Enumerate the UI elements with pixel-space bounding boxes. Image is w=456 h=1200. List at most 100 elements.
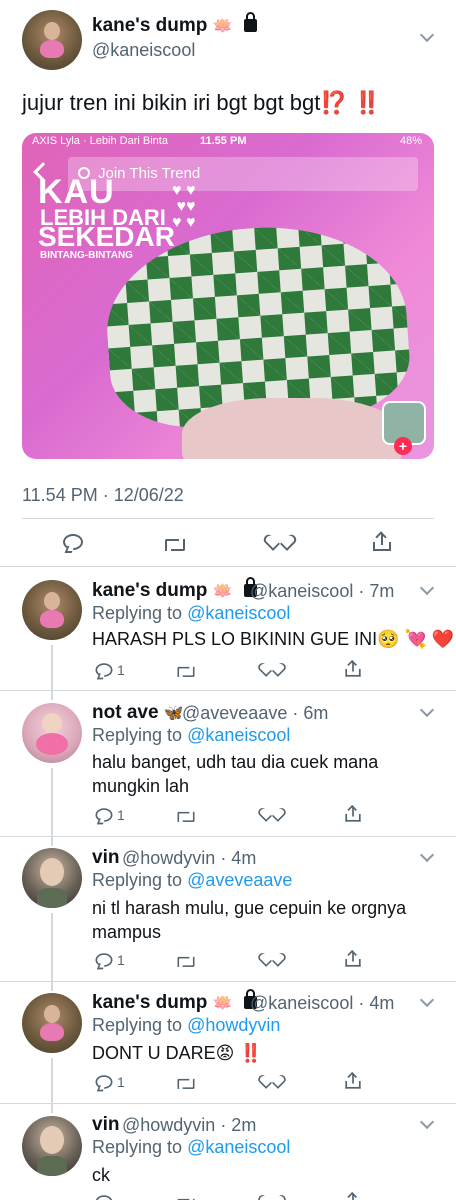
author-name[interactable]: kane's dump 🪷 — [92, 12, 257, 37]
tweet-timestamp[interactable]: 11.54 PM · 12/06/22 — [22, 485, 184, 506]
author-handle[interactable]: @kaneiscool — [92, 40, 195, 61]
chevron-down-icon[interactable] — [419, 1114, 435, 1130]
share-icon[interactable] — [345, 1071, 361, 1089]
retweet-icon[interactable] — [177, 1077, 195, 1089]
reply-count: 1 — [117, 1074, 125, 1090]
lotus-icon: 🪷 — [212, 993, 233, 1012]
divider — [0, 981, 456, 982]
avatar[interactable] — [22, 10, 82, 70]
reply-author-name-text: vin — [92, 847, 120, 868]
avatar[interactable] — [22, 580, 82, 640]
replying-to-link[interactable]: @howdyvin — [187, 1015, 280, 1035]
chevron-down-icon[interactable] — [419, 702, 435, 718]
reply-author-name-text: vin — [92, 1114, 120, 1135]
thread-line — [51, 645, 53, 700]
replying-to-link[interactable]: @kaneiscool — [187, 725, 290, 745]
media-caption-line4: BINTANG-BINTANG — [40, 250, 133, 261]
share-icon[interactable] — [345, 659, 361, 677]
replying-to-prefix: Replying to — [92, 725, 188, 745]
avatar[interactable] — [22, 993, 82, 1053]
media-caption-line3: SEKEDAR — [38, 221, 175, 252]
reply-count: 1 — [117, 662, 125, 678]
tweet-text-content: jujur tren ini bikin iri bgt bgt bgt — [22, 90, 321, 115]
reply-author-name[interactable]: kane's dump 🪷 — [92, 577, 257, 602]
reply-icon[interactable] — [95, 1195, 113, 1200]
hearts-decoration: ♥ ♥ ♥♥ ♥ ♥ — [172, 182, 196, 231]
reply-count: 1 — [117, 952, 125, 968]
divider — [0, 690, 456, 691]
reply-handle-time[interactable]: @aveveaave · 6m — [182, 703, 328, 724]
replying-to-prefix: Replying to — [92, 870, 188, 890]
chevron-down-icon[interactable] — [419, 580, 435, 596]
reply-handle-time[interactable]: @kaneiscool · 4m — [250, 993, 394, 1014]
reply-icon[interactable] — [63, 534, 83, 550]
share-icon[interactable] — [373, 531, 391, 551]
media-search-bar: Join This Trend — [68, 157, 418, 191]
divider — [0, 1103, 456, 1104]
reply-handle-time[interactable]: @howdyvin · 2m — [122, 1115, 256, 1136]
share-icon[interactable] — [345, 804, 361, 822]
thread-line — [51, 913, 53, 991]
reply-handle-time[interactable]: @howdyvin · 4m — [122, 848, 256, 869]
like-icon[interactable] — [264, 663, 281, 678]
replying-to: Replying to @aveveaave — [92, 870, 292, 891]
lotus-icon: 🪷 — [212, 16, 233, 35]
reply-author-name-text: kane's dump — [92, 992, 208, 1013]
like-icon[interactable] — [264, 808, 281, 823]
divider — [22, 518, 434, 519]
share-icon[interactable] — [345, 1191, 360, 1200]
thread-line — [51, 768, 53, 846]
replying-to-link[interactable]: @kaneiscool — [187, 1137, 290, 1157]
reply-icon[interactable] — [95, 808, 113, 822]
reply-author-name-text: not ave — [92, 702, 159, 723]
like-icon[interactable] — [264, 1075, 281, 1090]
lotus-icon: 🪷 — [212, 581, 233, 600]
lock-icon — [243, 12, 257, 32]
reply-text: ck — [92, 1165, 110, 1185]
like-icon[interactable] — [264, 953, 281, 968]
reply-icon[interactable] — [95, 953, 113, 967]
media-status-time: 11.55 PM — [200, 135, 247, 147]
tweet-media-image[interactable]: AXIS Lyla · Lebih Dari Binta 11.55 PM 48… — [22, 133, 434, 459]
replying-to-prefix: Replying to — [92, 603, 188, 623]
reply-author-name[interactable]: vin — [92, 847, 119, 869]
chevron-down-icon[interactable] — [419, 992, 435, 1008]
reply-icon[interactable] — [95, 1075, 113, 1089]
retweet-icon[interactable] — [177, 665, 195, 677]
avatar[interactable] — [22, 1116, 82, 1176]
replying-to: Replying to @kaneiscool — [92, 1137, 290, 1158]
butterfly-icon: 🦋 — [163, 703, 184, 722]
reply-text: HARASH PLS LO BIKININ GUE INI🥺 💘 ❤️ — [92, 629, 455, 649]
retweet-icon[interactable] — [165, 537, 185, 551]
reply-author-name[interactable]: vin — [92, 1114, 119, 1136]
reply-text: ni tl harash mulu, gue cepuin ke orgnya … — [92, 898, 407, 942]
reply-icon[interactable] — [95, 663, 113, 677]
thread-line — [51, 1058, 53, 1113]
replying-to: Replying to @howdyvin — [92, 1015, 280, 1036]
reply-author-name[interactable]: not ave 🦋 — [92, 702, 184, 724]
replying-to: Replying to @kaneiscool — [92, 725, 290, 746]
chevron-down-icon[interactable] — [419, 27, 435, 43]
replying-to: Replying to @kaneiscool — [92, 603, 290, 624]
replying-to-link[interactable]: @kaneiscool — [187, 603, 290, 623]
exclamation-marks: ⁉️ ‼️ — [320, 90, 382, 115]
media-status-battery: 48% — [399, 135, 422, 147]
reply-text: halu banget, udh tau dia cuek mana mungk… — [92, 752, 379, 796]
retweet-icon[interactable] — [177, 810, 195, 822]
share-icon[interactable] — [345, 949, 361, 967]
reply-author-name-text: kane's dump — [92, 580, 208, 601]
reply-handle-time[interactable]: @kaneiscool · 7m — [250, 581, 394, 602]
retweet-icon[interactable] — [177, 955, 195, 967]
avatar[interactable] — [22, 848, 82, 908]
like-icon[interactable] — [270, 535, 290, 553]
reply-author-name[interactable]: kane's dump 🪷 — [92, 989, 257, 1014]
reply-text: DONT U DARE😡 ‼️ — [92, 1043, 262, 1063]
divider — [0, 566, 456, 567]
chevron-down-icon[interactable] — [419, 847, 435, 863]
media-status-left: AXIS Lyla · Lebih Dari Binta — [32, 135, 168, 147]
like-icon[interactable] — [264, 1195, 281, 1200]
avatar[interactable] — [22, 703, 82, 763]
replying-to-link[interactable]: @aveveaave — [187, 870, 292, 890]
replying-to-prefix: Replying to — [92, 1137, 188, 1157]
tweet-text: jujur tren ini bikin iri bgt bgt bgt⁉️ ‼… — [22, 90, 381, 116]
